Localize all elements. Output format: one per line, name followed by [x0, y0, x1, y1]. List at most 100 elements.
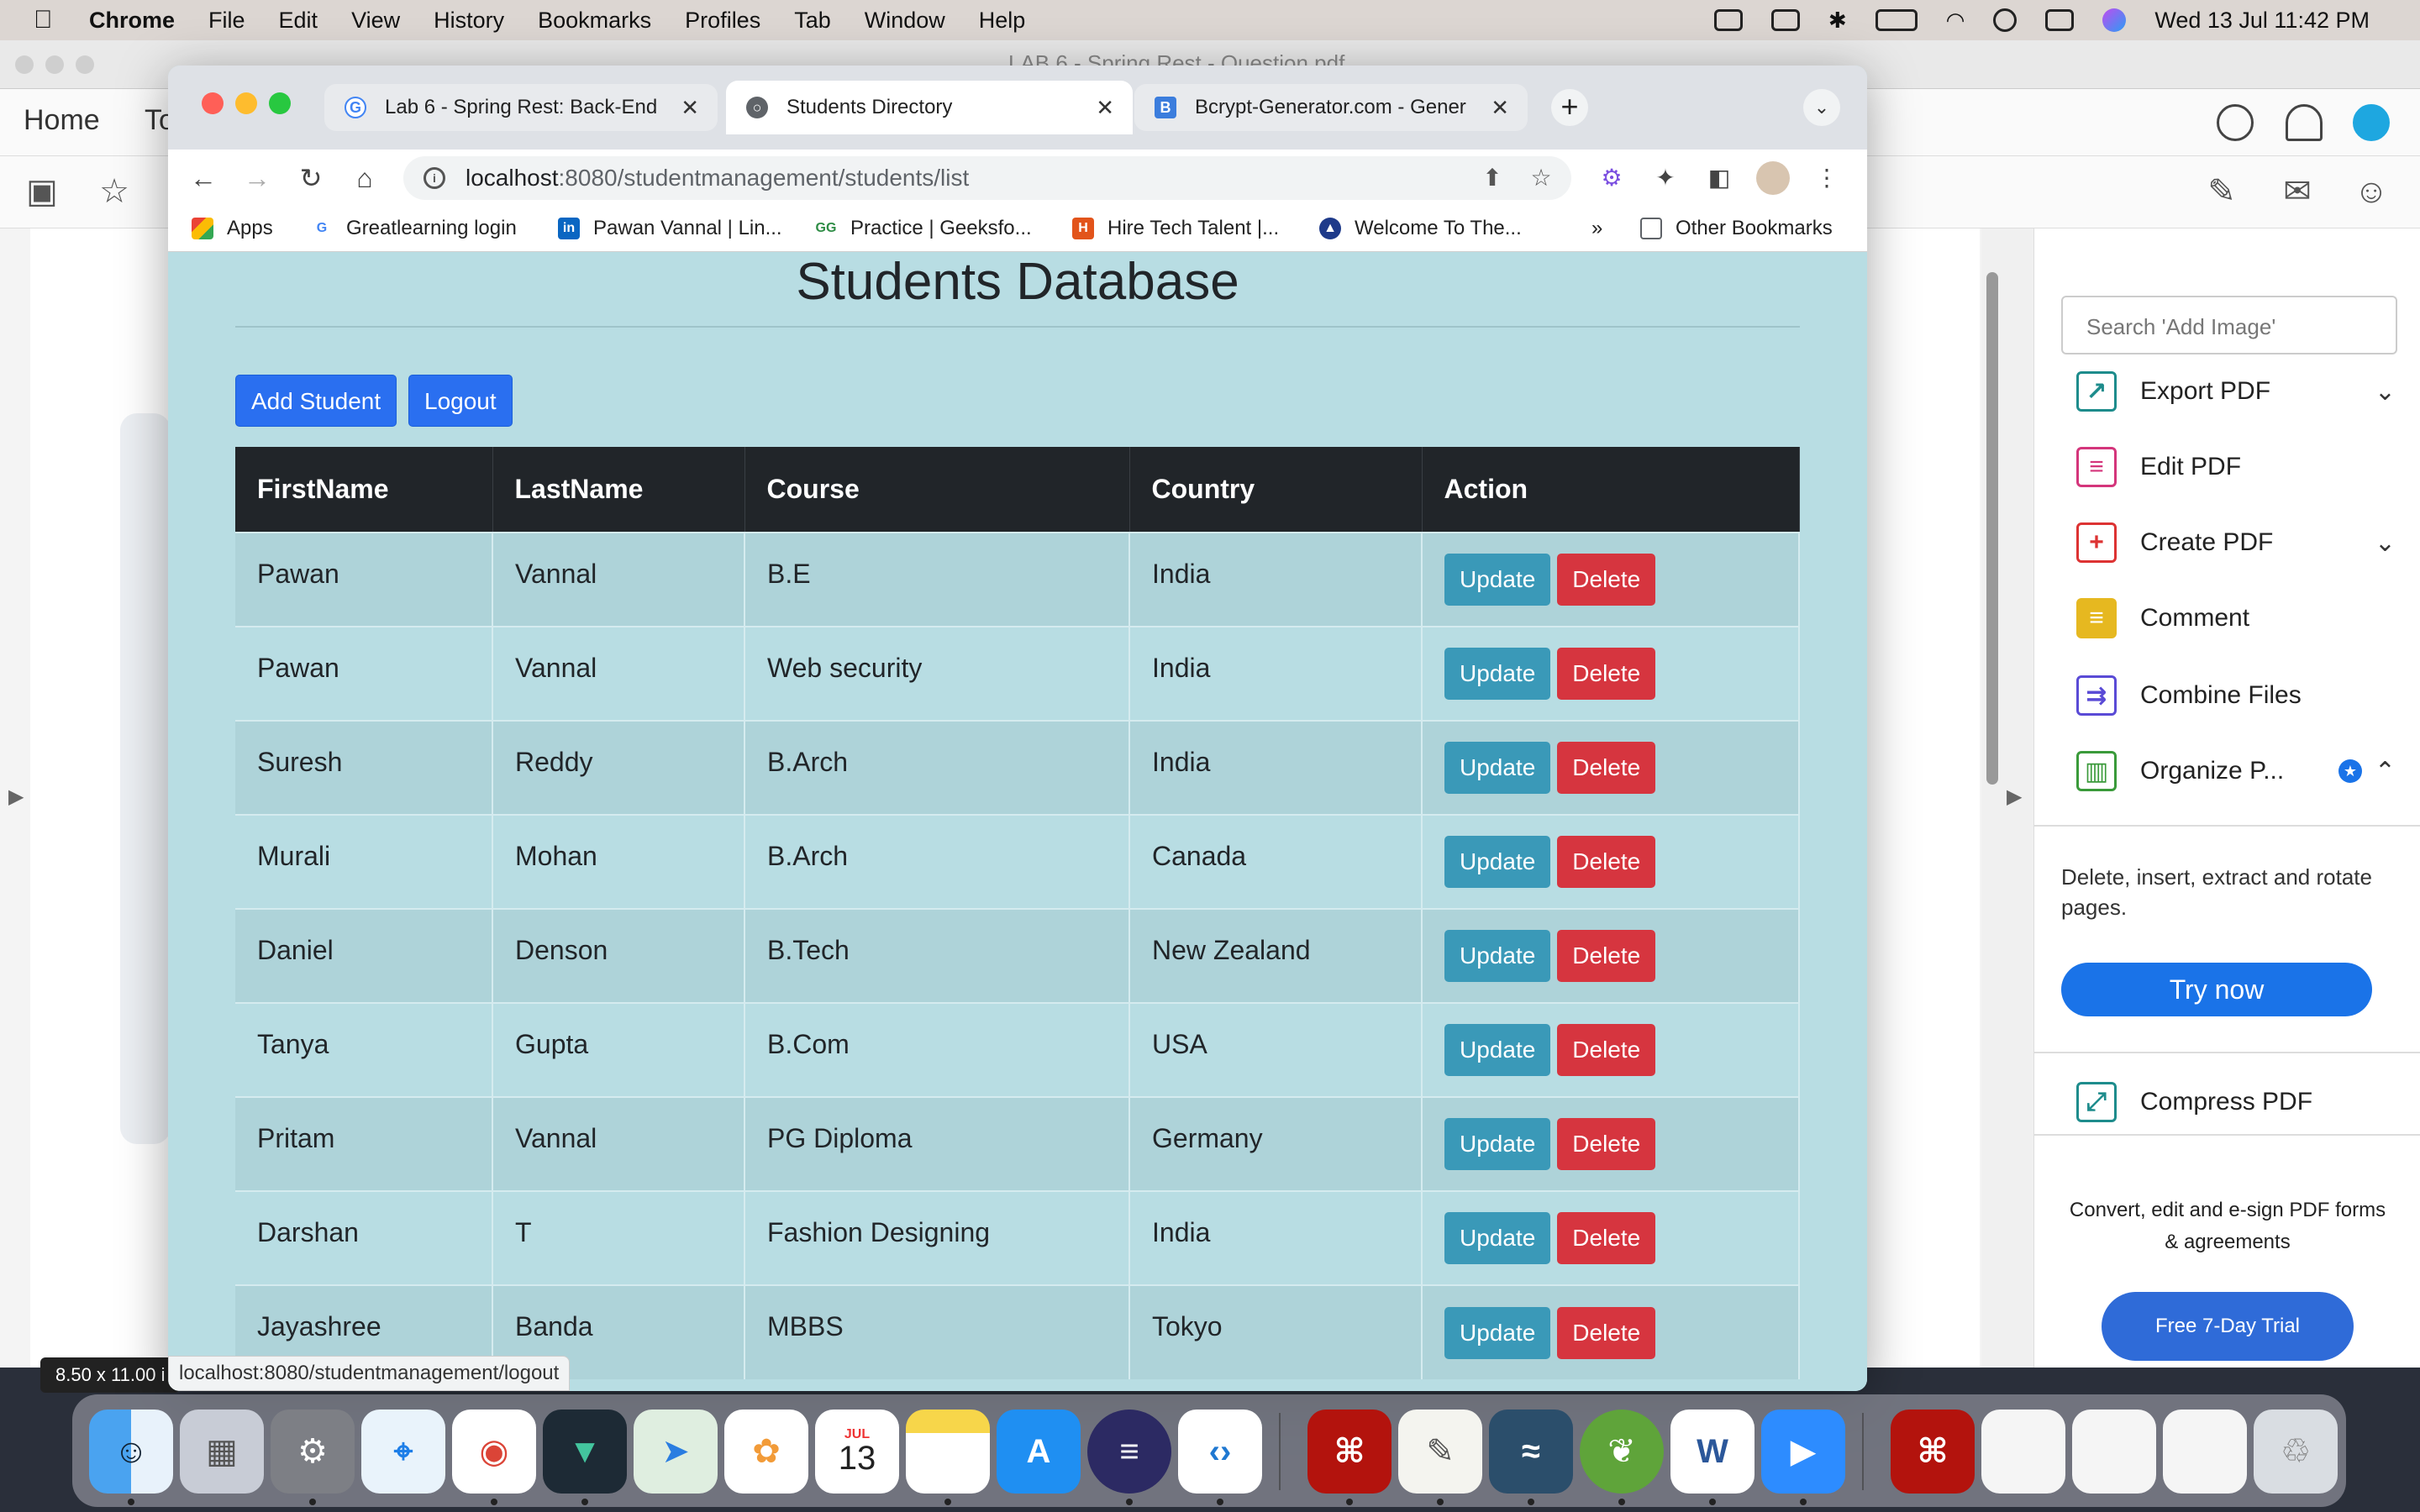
menu-history[interactable]: History [434, 8, 504, 34]
delete-button[interactable]: Delete [1557, 648, 1656, 700]
acrobat-document-icon[interactable]: ⌘ [1891, 1410, 1975, 1494]
logout-button[interactable]: Logout [408, 375, 513, 427]
bluetooth-icon[interactable]: ✱ [1828, 8, 1847, 34]
maps-icon[interactable]: ➤ [634, 1410, 718, 1494]
bookmark-apps[interactable]: Apps [192, 217, 273, 240]
clock[interactable]: Wed 13 Jul 11:42 PM [2154, 8, 2370, 34]
account-avatar-icon[interactable] [2353, 104, 2390, 141]
expand-right-icon[interactable]: ▶ [2007, 785, 2022, 809]
tool-comment[interactable]: ≡ Comment [2076, 593, 2396, 643]
notes-icon[interactable] [906, 1410, 990, 1494]
sign-icon[interactable]: ✎ [2203, 173, 2240, 210]
bookmark-welcome[interactable]: ▲ Welcome To The... [1319, 217, 1522, 240]
tab-search-chevron-icon[interactable]: ⌄ [1803, 89, 1840, 126]
vscode-icon[interactable]: ‹› [1178, 1410, 1262, 1494]
menu-edit[interactable]: Edit [279, 8, 318, 34]
tool-export-pdf[interactable]: ↗ Export PDF ⌄ [2076, 366, 2396, 417]
siri-icon[interactable] [2102, 8, 2127, 32]
delete-button[interactable]: Delete [1557, 930, 1656, 982]
tab-bcrypt[interactable]: B Bcrypt-Generator.com - Gener ✕ [1134, 84, 1528, 131]
zoom-window-icon[interactable] [269, 92, 291, 114]
display-icon[interactable] [1770, 9, 1800, 31]
update-button[interactable]: Update [1444, 554, 1551, 606]
wifi-icon[interactable]: ◠ [1946, 8, 1965, 34]
tool-combine-files[interactable]: ⇉ Combine Files [2076, 670, 2396, 721]
bookmark-geeksforgeeks[interactable]: GG Practice | Geeksfo... [815, 217, 1032, 240]
delete-button[interactable]: Delete [1557, 742, 1656, 794]
safari-icon[interactable]: ⌖ [361, 1410, 445, 1494]
menu-profiles[interactable]: Profiles [685, 8, 760, 34]
app-store-icon[interactable]: A [997, 1410, 1081, 1494]
tool-search-input[interactable]: Search 'Add Image' [2061, 296, 2397, 354]
bell-icon[interactable] [2286, 104, 2323, 141]
delete-button[interactable]: Delete [1557, 1212, 1656, 1264]
reload-icon[interactable]: ↻ [294, 161, 328, 195]
mail-icon[interactable]: ✉ [2279, 173, 2316, 210]
delete-button[interactable]: Delete [1557, 1118, 1656, 1170]
tab-students-directory[interactable]: ○ Students Directory ✕ [726, 81, 1133, 134]
new-tab-button[interactable]: + [1551, 89, 1588, 126]
menu-tab[interactable]: Tab [794, 8, 831, 34]
photos-icon[interactable]: ✿ [724, 1410, 808, 1494]
close-icon[interactable] [15, 55, 34, 74]
update-button[interactable]: Update [1444, 742, 1551, 794]
bookmark-other[interactable]: Other Bookmarks [1640, 217, 1833, 240]
finder-icon[interactable]: ☺ [89, 1410, 173, 1494]
delete-button[interactable]: Delete [1557, 1306, 1656, 1359]
acrobat-home-tab[interactable]: Home [24, 104, 100, 137]
bookmarks-overflow-button[interactable]: » [1591, 217, 1602, 240]
update-button[interactable]: Update [1444, 836, 1551, 888]
address-bar[interactable]: i localhost:8080/studentmanagement/stude… [403, 156, 1571, 200]
chrome-icon[interactable]: ◉ [452, 1410, 536, 1494]
update-button[interactable]: Update [1444, 1118, 1551, 1170]
site-info-icon[interactable]: i [424, 167, 445, 189]
save-icon[interactable]: ▣ [24, 173, 60, 210]
menu-file[interactable]: File [208, 8, 245, 34]
tool-organize-pages[interactable]: ▥ Organize P... ★ ⌃ [2076, 746, 2396, 796]
document-thumbnail-icon[interactable] [2163, 1410, 2247, 1494]
update-button[interactable]: Update [1444, 1024, 1551, 1076]
help-icon[interactable] [2217, 104, 2254, 141]
tool-create-pdf[interactable]: + Create PDF ⌄ [2076, 517, 2396, 568]
chevron-down-icon[interactable]: ⌄ [2375, 528, 2396, 558]
profile-avatar[interactable] [1756, 161, 1790, 195]
bookmark-hire-tech[interactable]: H Hire Tech Talent |... [1072, 217, 1279, 240]
maximize-icon[interactable] [76, 55, 94, 74]
menu-app-name[interactable]: Chrome [89, 8, 175, 34]
add-student-button[interactable]: Add Student [235, 375, 397, 427]
update-button[interactable]: Update [1444, 1306, 1551, 1359]
textedit-icon[interactable]: ✎ [1398, 1410, 1482, 1494]
spotlight-icon[interactable] [1993, 8, 2018, 32]
scrollbar-thumb[interactable] [1986, 272, 1998, 785]
minimize-icon[interactable] [45, 55, 64, 74]
update-button[interactable]: Update [1444, 648, 1551, 700]
eclipse-icon[interactable]: ≡ [1087, 1410, 1171, 1494]
puzzle-icon[interactable]: ✦ [1649, 161, 1682, 195]
control-center-icon[interactable] [2045, 9, 2075, 31]
menu-bookmarks[interactable]: Bookmarks [538, 8, 651, 34]
zoom-app-icon[interactable]: ▶ [1761, 1410, 1845, 1494]
menu-help[interactable]: Help [979, 8, 1026, 34]
sourcetree-icon[interactable]: ▼ [543, 1410, 627, 1494]
tab-close-icon[interactable]: ✕ [1491, 95, 1509, 121]
expand-left-icon[interactable]: ▶ [8, 785, 24, 809]
chevron-up-icon[interactable]: ⌃ [2375, 757, 2396, 786]
bookmark-linkedin[interactable]: in Pawan Vannal | Lin... [558, 217, 782, 240]
acrobat-icon[interactable]: ⌘ [1307, 1410, 1392, 1494]
delete-button[interactable]: Delete [1557, 836, 1656, 888]
home-icon[interactable]: ⌂ [348, 161, 381, 195]
chevron-down-icon[interactable]: ⌄ [2375, 377, 2396, 407]
mysql-workbench-icon[interactable]: ≈ [1489, 1410, 1573, 1494]
tab-lab6[interactable]: G Lab 6 - Spring Rest: Back-End ✕ [324, 84, 718, 131]
document-scrollbar[interactable]: ▶ [1981, 228, 2033, 1368]
update-button[interactable]: Update [1444, 1212, 1551, 1264]
forward-icon[interactable]: → [240, 161, 274, 195]
zoom-icon[interactable] [1713, 9, 1743, 31]
bookmark-star-icon[interactable]: ☆ [1526, 163, 1556, 193]
menu-view[interactable]: View [351, 8, 400, 34]
launchpad-icon[interactable]: ▦ [180, 1410, 264, 1494]
more-menu-icon[interactable]: ⋮ [1810, 161, 1844, 195]
trash-icon[interactable]: ♲ [2254, 1410, 2338, 1494]
apple-icon[interactable]:  [34, 6, 64, 34]
share-icon[interactable]: ⬆ [1477, 163, 1507, 193]
